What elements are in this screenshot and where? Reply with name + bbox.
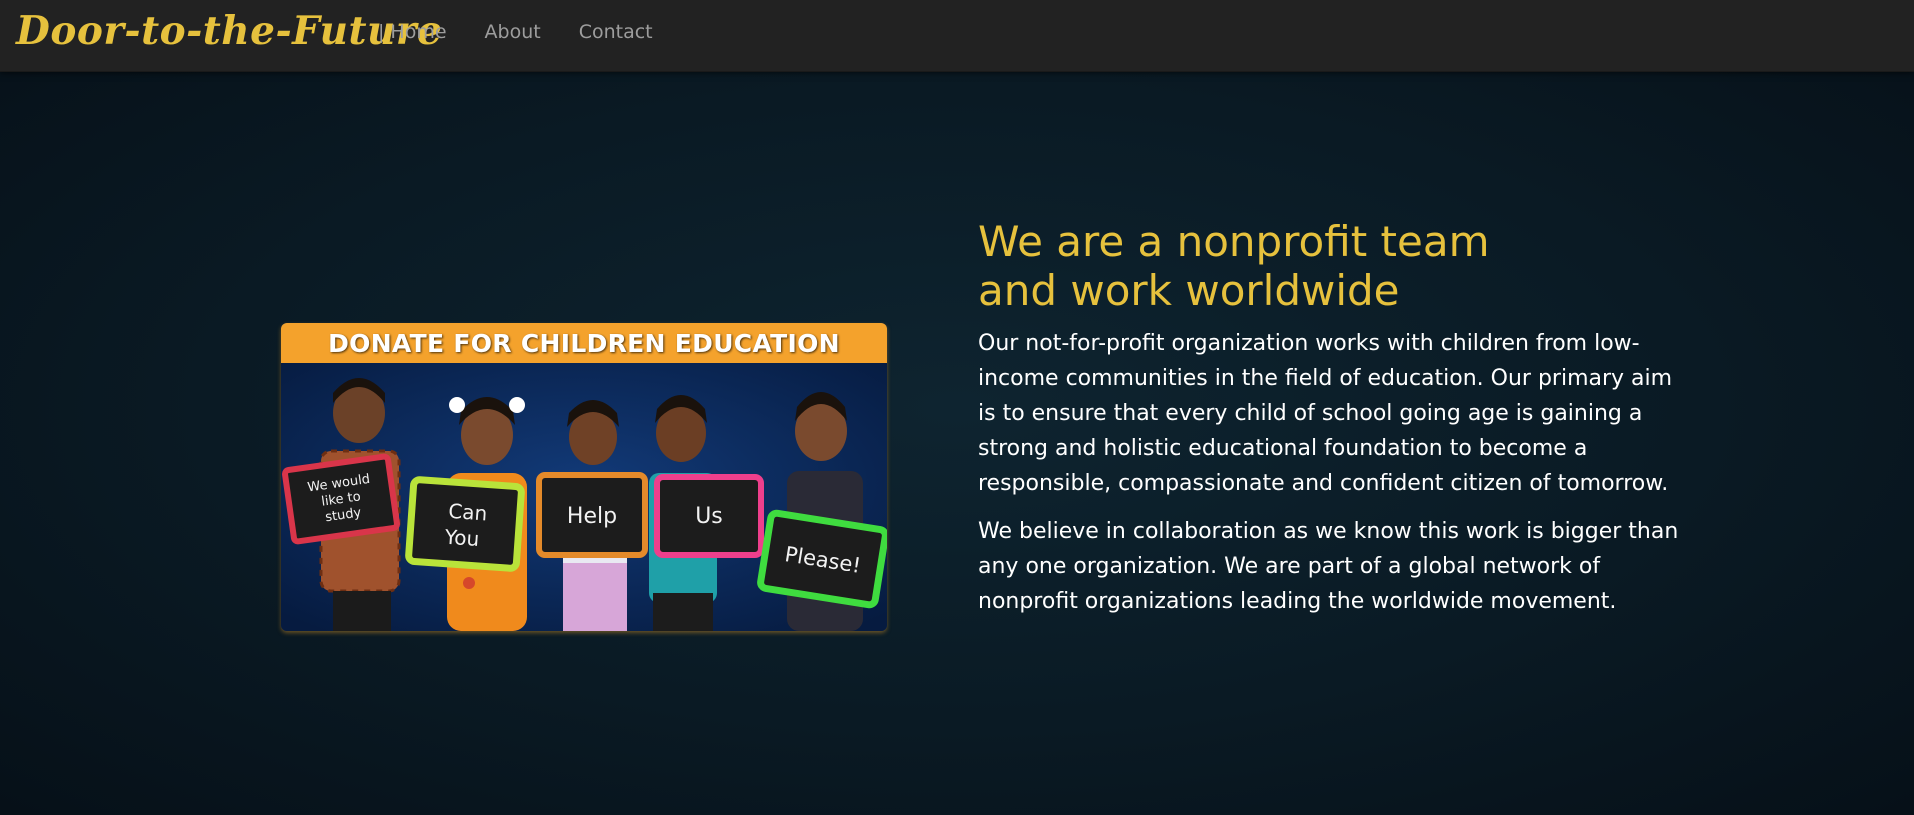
- nav-link-contact[interactable]: Contact: [579, 21, 653, 43]
- intro-paragraph: Our not-for-profit organization works wi…: [978, 331, 1673, 496]
- donate-banner: DONATE FOR CHILDREN EDUCATION: [281, 323, 887, 363]
- sign-us: Us: [654, 474, 764, 558]
- nav-link-about[interactable]: About: [485, 21, 541, 43]
- section-heading: We are a nonprofit team and work worldwi…: [978, 217, 1708, 315]
- sign-can-you: Can You: [405, 476, 525, 572]
- sign-we-would-like-to-study: We would like to study: [282, 453, 400, 545]
- nav-link-home[interactable]: Home: [390, 21, 446, 43]
- collaboration-paragraph: We believe in collaboration as we know t…: [978, 519, 1679, 614]
- sign-please: Please!: [757, 509, 887, 609]
- sign-text: Help: [567, 504, 617, 529]
- sign-text: You: [443, 525, 480, 551]
- sign-help: Help: [536, 472, 648, 558]
- heading-line-2: and work worldwide: [978, 266, 1400, 315]
- nav-links: | Home About Contact: [378, 21, 691, 43]
- about-content: We are a nonprofit team and work worldwi…: [978, 217, 1708, 619]
- nav-separator: |: [378, 21, 385, 43]
- donate-banner-text: DONATE FOR CHILDREN EDUCATION: [328, 328, 840, 358]
- children-photo: We would like to study Can You Help Us P…: [281, 363, 887, 631]
- sign-text: Can: [448, 499, 488, 526]
- heading-line-1: We are a nonprofit team: [978, 217, 1490, 266]
- top-navbar: Door-to-the-Future | Home About Contact: [0, 0, 1914, 72]
- sign-text: Us: [695, 504, 723, 529]
- donate-children-image: DONATE FOR CHILDREN EDUCATION We would l…: [281, 323, 887, 631]
